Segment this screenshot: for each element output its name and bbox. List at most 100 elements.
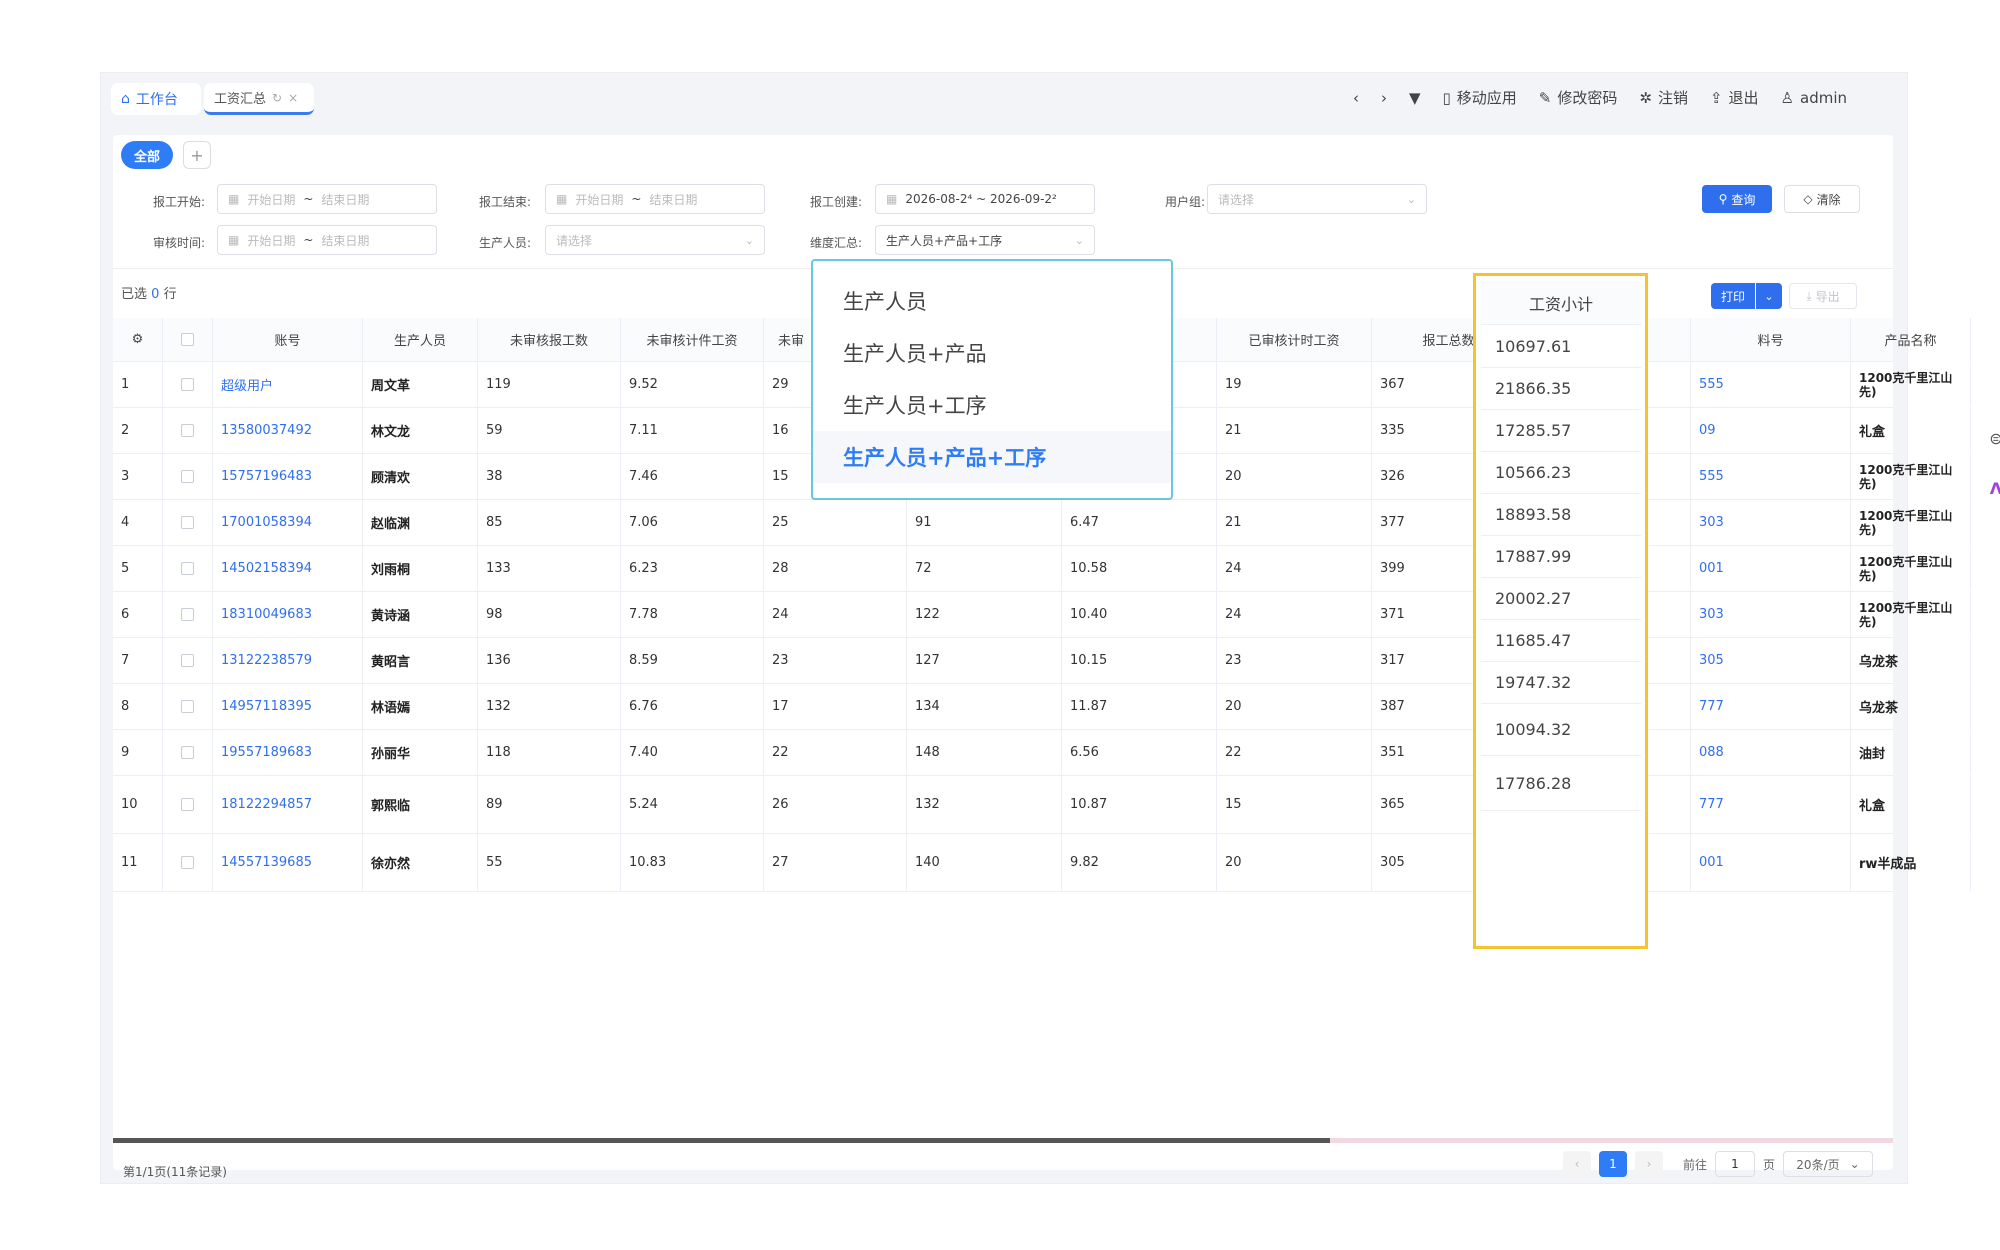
print-button[interactable]: 打印 [1711, 283, 1755, 309]
header-wage-subtotal[interactable]: 工资小计 [1481, 281, 1641, 325]
cell-c5: 10.58 [1062, 546, 1217, 591]
cell-person: 林语嫣 [363, 684, 478, 729]
page-size-select[interactable]: 20条/页 ⌄ [1783, 1151, 1873, 1177]
cell-account[interactable]: 14957118395 [213, 684, 363, 729]
goto-label: 前往 [1682, 1157, 1707, 1172]
row-checkbox[interactable] [181, 424, 194, 437]
change-password-button[interactable]: ✎ 修改密码 [1539, 87, 1618, 108]
cell-part[interactable]: 303 [1691, 592, 1851, 637]
add-filter-button[interactable]: + [183, 141, 211, 169]
prev-page-button[interactable]: ‹ [1562, 1151, 1591, 1177]
cell-part[interactable]: 001 [1691, 834, 1851, 891]
close-icon[interactable]: × [288, 91, 298, 105]
cell-account[interactable]: 13580037492 [213, 408, 363, 453]
cell-account[interactable]: 15757196483 [213, 454, 363, 499]
audit-time-range[interactable]: ▦ 开始日期 ~ 结束日期 [217, 225, 437, 255]
row-checkbox[interactable] [181, 798, 194, 811]
cell-account[interactable]: 14502158394 [213, 546, 363, 591]
chevron-left-icon[interactable]: ‹ [1353, 89, 1359, 107]
cell-part[interactable]: 305 [1691, 638, 1851, 683]
producer-select[interactable]: 请选择 ⌄ [545, 225, 765, 255]
horizontal-scrollbar[interactable] [113, 1138, 1893, 1143]
header-unaudited-piece-wage[interactable]: 未审核计件工资 [621, 318, 764, 361]
tab-wage-summary[interactable]: 工资汇总 ↻ × [204, 83, 314, 115]
cell-account[interactable]: 18310049683 [213, 592, 363, 637]
cell-part[interactable]: 088 [1691, 730, 1851, 775]
feedback-icon[interactable]: ⊜ [1981, 423, 2000, 453]
report-start-range[interactable]: ▦ 开始日期 ~ 结束日期 [217, 184, 437, 214]
assistant-logo-icon[interactable]: Λ [1981, 473, 2000, 503]
header-product-name[interactable]: 产品名称 [1851, 318, 1971, 361]
header-account[interactable]: 账号 [213, 318, 363, 361]
row-checkbox[interactable] [181, 608, 194, 621]
cell-part[interactable]: 303 [1691, 500, 1851, 545]
dropdown-option-producer[interactable]: 生产人员 [813, 275, 1171, 327]
page-1-button[interactable]: 1 [1598, 1151, 1627, 1177]
cell-c5: 11.87 [1062, 684, 1217, 729]
cell-account[interactable]: 19557189683 [213, 730, 363, 775]
goto-page-input[interactable]: 1 [1714, 1151, 1755, 1177]
cell-account[interactable]: 18122294857 [213, 776, 363, 833]
filter-all-chip[interactable]: 全部 [121, 141, 173, 169]
cell-no: 8 [113, 684, 163, 729]
tab-label: 工作台 [135, 92, 178, 108]
row-checkbox[interactable] [181, 856, 194, 869]
scrollbar-thumb[interactable] [113, 1138, 1330, 1143]
query-button[interactable]: ⚲ 查询 [1702, 185, 1772, 213]
user-menu[interactable]: ♙ admin [1781, 89, 1847, 107]
clear-button[interactable]: ◇ 清除 [1784, 185, 1860, 213]
tab-workbench[interactable]: ⌂ 工作台 [111, 83, 201, 115]
cell-c1: 59 [478, 408, 621, 453]
row-checkbox[interactable] [181, 746, 194, 759]
cell-part[interactable]: 777 [1691, 684, 1851, 729]
cell-account[interactable]: 超级用户 [213, 362, 363, 407]
row-checkbox[interactable] [181, 562, 194, 575]
user-group-select[interactable]: 请选择 ⌄ [1207, 184, 1427, 214]
dropdown-option-producer-product-process[interactable]: 生产人员+产品+工序 [813, 431, 1171, 483]
export-button[interactable]: ⤓ 导出 [1789, 283, 1857, 309]
cell-part[interactable]: 777 [1691, 776, 1851, 833]
exit-button[interactable]: ⇪ 退出 [1710, 87, 1759, 108]
report-created-range[interactable]: ▦ 2026-08-2⁴ ~ 2026-09-2² [875, 184, 1095, 214]
cell-person: 徐亦然 [363, 834, 478, 891]
caret-down-icon[interactable]: ▼ [1409, 89, 1421, 107]
select-all-cell[interactable] [163, 318, 213, 361]
edit-icon: ✎ [1538, 88, 1552, 107]
cell-part[interactable]: 09 [1691, 408, 1851, 453]
header-part-no[interactable]: 料号 [1691, 318, 1851, 361]
row-checkbox[interactable] [181, 516, 194, 529]
print-dropdown-button[interactable]: ⌄ [1756, 283, 1782, 309]
logout-session-button[interactable]: ✲ 注销 [1639, 87, 1688, 108]
cell-part[interactable]: 001 [1691, 546, 1851, 591]
cell-account[interactable]: 14557139685 [213, 834, 363, 891]
row-checkbox[interactable] [181, 654, 194, 667]
cell-account[interactable]: 17001058394 [213, 500, 363, 545]
cell-c5: 9.82 [1062, 834, 1217, 891]
dimension-select[interactable]: 生产人员+产品+工序 ⌄ [875, 225, 1095, 255]
dropdown-option-producer-product[interactable]: 生产人员+产品 [813, 327, 1171, 379]
header-unaudited-reports[interactable]: 未审核报工数 [478, 318, 621, 361]
row-checkbox[interactable] [181, 470, 194, 483]
dropdown-option-producer-process[interactable]: 生产人员+工序 [813, 379, 1171, 431]
row-select-cell [163, 362, 213, 407]
chevron-down-icon: ⌄ [744, 233, 754, 247]
row-checkbox[interactable] [181, 700, 194, 713]
column-settings-cell[interactable]: ⚙ [113, 318, 163, 361]
header-audited-time-wage[interactable]: 已审核计时工资 [1217, 318, 1372, 361]
cell-part[interactable]: 555 [1691, 362, 1851, 407]
chevron-right-icon[interactable]: › [1381, 89, 1387, 107]
report-end-range[interactable]: ▦ 开始日期 ~ 结束日期 [545, 184, 765, 214]
row-select-cell [163, 776, 213, 833]
cell-part[interactable]: 555 [1691, 454, 1851, 499]
calendar-icon: ▦ [886, 192, 898, 206]
row-checkbox[interactable] [181, 378, 194, 391]
row-select-cell [163, 834, 213, 891]
select-all-checkbox[interactable] [181, 333, 194, 346]
header-producer[interactable]: 生产人员 [363, 318, 478, 361]
cell-product: 礼盒 [1851, 408, 1971, 453]
mobile-app-button[interactable]: ▯ 移动应用 [1442, 87, 1516, 108]
next-page-button[interactable]: › [1634, 1151, 1663, 1177]
cell-account[interactable]: 13122238579 [213, 638, 363, 683]
cell-c2: 9.52 [621, 362, 764, 407]
refresh-icon[interactable]: ↻ [272, 91, 282, 105]
